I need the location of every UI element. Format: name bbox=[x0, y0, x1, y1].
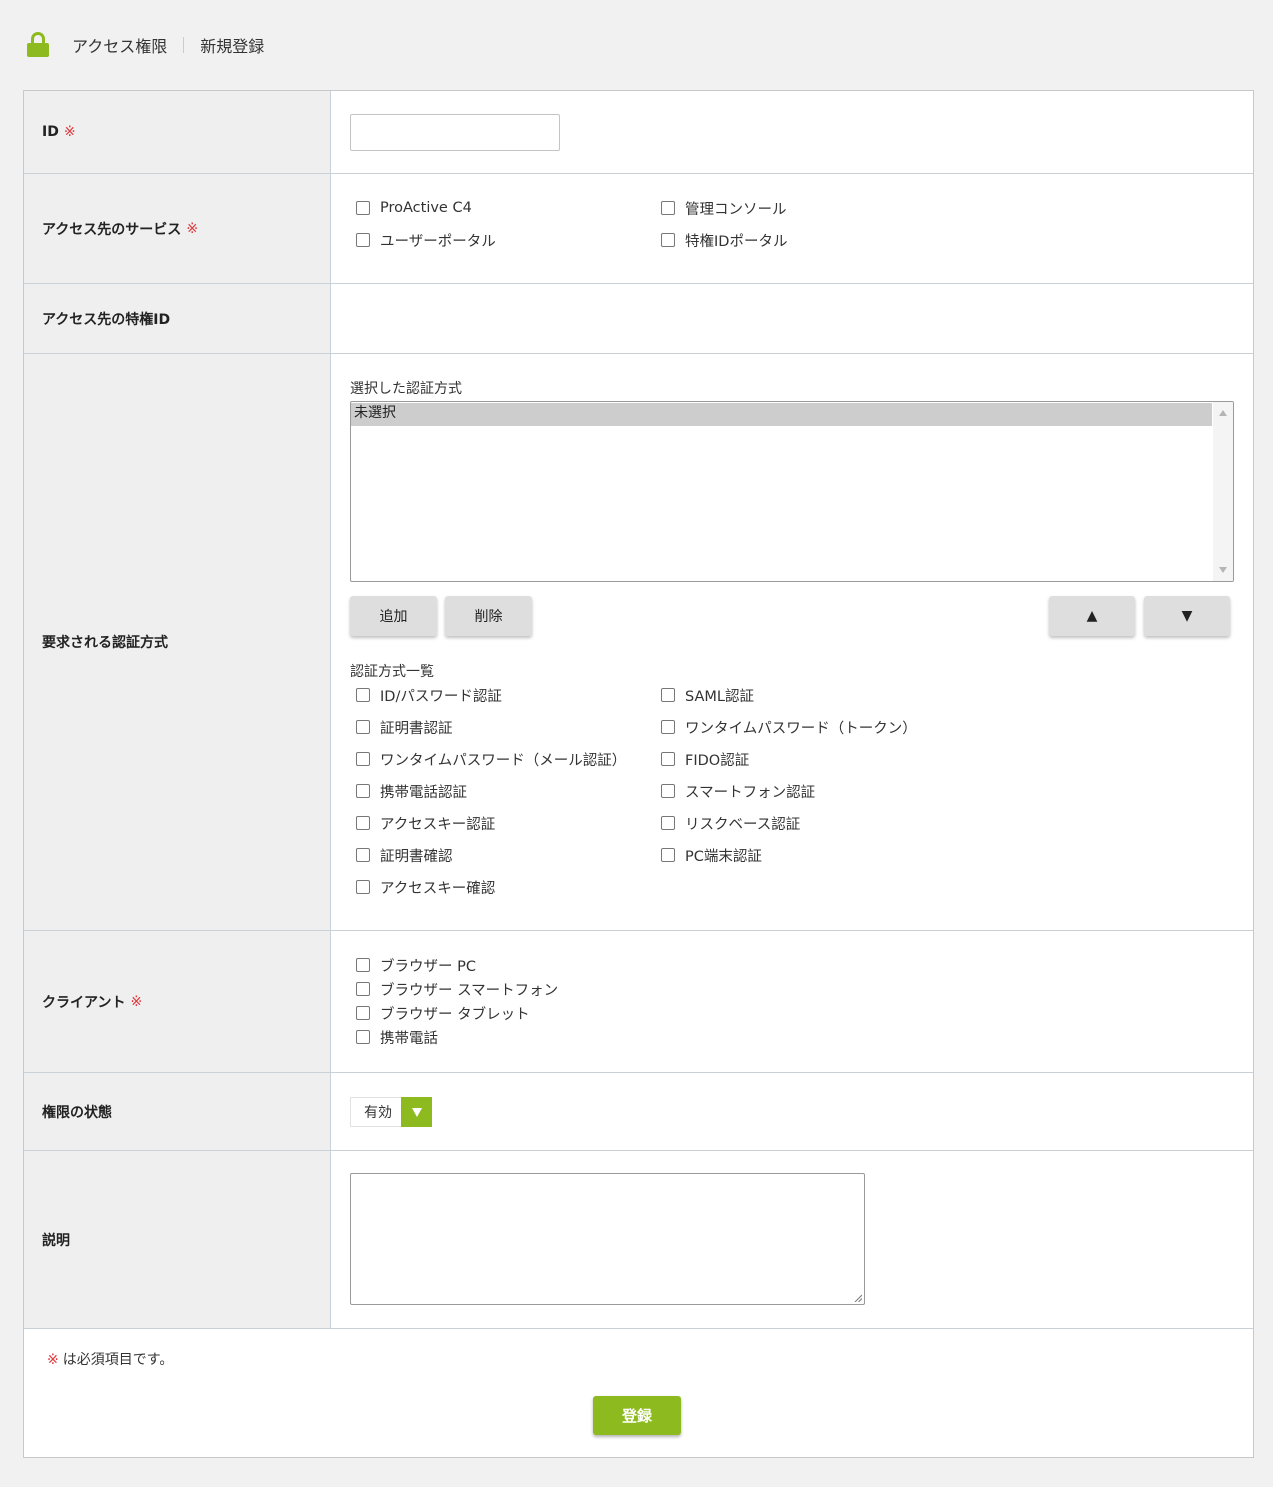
auth-method-checkbox[interactable]: 証明書確認 bbox=[356, 845, 453, 865]
required-mark: ※ bbox=[186, 220, 199, 237]
resize-grip-icon[interactable] bbox=[854, 1294, 862, 1302]
auth-method-checkbox[interactable]: アクセスキー確認 bbox=[356, 877, 495, 897]
client-label: クライアント ※ bbox=[24, 931, 331, 1072]
status-select[interactable]: 有効 bbox=[350, 1097, 432, 1127]
auth-list-label: 認証方式一覧 bbox=[350, 664, 434, 680]
required-mark: ※ bbox=[63, 124, 76, 140]
checkbox-box[interactable] bbox=[356, 201, 370, 215]
checkbox-box[interactable] bbox=[356, 880, 370, 894]
auth-method-checkbox[interactable]: リスクベース認証 bbox=[661, 813, 800, 833]
row-client: クライアント ※ ブラウザー PC ブラウザー スマートフォン ブラウザー タブレ… bbox=[24, 931, 1253, 1073]
chevron-down-icon[interactable] bbox=[401, 1097, 432, 1127]
breadcrumb-section[interactable]: アクセス権限 bbox=[72, 33, 167, 57]
auth-method-checkbox[interactable]: アクセスキー認証 bbox=[356, 813, 495, 833]
checkbox-box[interactable] bbox=[356, 816, 370, 830]
status-label: 権限の状態 bbox=[24, 1073, 331, 1150]
id-label: ID ※ bbox=[24, 91, 331, 173]
status-select-value: 有効 bbox=[364, 1105, 392, 1121]
row-privileged-id: アクセス先の特権ID bbox=[24, 284, 1253, 354]
checkbox-box[interactable] bbox=[661, 201, 675, 215]
listbox-option[interactable]: 未選択 bbox=[351, 403, 1212, 426]
checkbox-box[interactable] bbox=[661, 720, 675, 734]
checkbox-box[interactable] bbox=[356, 688, 370, 702]
checkbox-box[interactable] bbox=[356, 848, 370, 862]
checkbox-box[interactable] bbox=[661, 784, 675, 798]
auth-method-checkbox[interactable]: ワンタイムパスワード（メール認証） bbox=[356, 749, 626, 769]
breadcrumb-divider bbox=[183, 37, 185, 53]
auth-method-checkbox[interactable]: ワンタイムパスワード（トークン） bbox=[661, 717, 917, 737]
register-button[interactable]: 登録 bbox=[593, 1396, 681, 1435]
move-down-button[interactable]: ▼ bbox=[1144, 596, 1230, 636]
checkbox-box[interactable] bbox=[356, 1006, 370, 1020]
page-header: アクセス権限 新規登録 bbox=[26, 31, 264, 59]
checkbox-box[interactable] bbox=[356, 720, 370, 734]
listbox-scrollbar[interactable] bbox=[1213, 402, 1233, 581]
move-up-button[interactable]: ▲ bbox=[1049, 596, 1135, 636]
row-description: 説明 bbox=[24, 1151, 1253, 1329]
client-checkbox-browser-pc[interactable]: ブラウザー PC bbox=[356, 955, 476, 975]
auth-method-checkbox[interactable]: PC端末認証 bbox=[661, 845, 762, 865]
scroll-up-icon[interactable] bbox=[1219, 410, 1227, 416]
checkbox-box[interactable] bbox=[356, 784, 370, 798]
delete-button[interactable]: 削除 bbox=[445, 596, 532, 636]
selected-auth-label: 選択した認証方式 bbox=[350, 381, 462, 397]
auth-method-checkbox[interactable]: 携帯電話認証 bbox=[356, 781, 467, 801]
checkbox-box[interactable] bbox=[356, 958, 370, 972]
id-input[interactable] bbox=[350, 114, 560, 151]
auth-method-checkbox[interactable]: 証明書認証 bbox=[356, 717, 453, 737]
checkbox-box[interactable] bbox=[661, 233, 675, 247]
row-services: アクセス先のサービス ※ ProActive C4 管理コンソール ユーザーポータ… bbox=[24, 174, 1253, 284]
checkbox-box[interactable] bbox=[661, 848, 675, 862]
checkbox-box[interactable] bbox=[356, 1030, 370, 1044]
service-checkbox-privileged-portal[interactable]: 特権IDポータル bbox=[661, 230, 787, 250]
scroll-down-icon[interactable] bbox=[1219, 567, 1227, 573]
row-status: 権限の状態 有効 bbox=[24, 1073, 1253, 1151]
service-checkbox-proactive[interactable]: ProActive C4 bbox=[356, 198, 472, 218]
required-footnote: ※ は必須項目です。 bbox=[47, 1352, 174, 1368]
auth-method-checkbox[interactable]: ID/パスワード認証 bbox=[356, 685, 502, 705]
client-checkbox-browser-tablet[interactable]: ブラウザー タブレット bbox=[356, 1003, 530, 1023]
required-mark: ※ bbox=[47, 1352, 59, 1368]
row-auth-methods: 要求される認証方式 選択した認証方式 未選択 追加 削除 ▲ ▼ 認証方式一覧 … bbox=[24, 354, 1253, 931]
required-mark: ※ bbox=[130, 993, 143, 1010]
checkbox-box[interactable] bbox=[356, 982, 370, 996]
auth-method-checkbox[interactable]: SAML認証 bbox=[661, 685, 754, 705]
auth-method-checkbox[interactable]: スマートフォン認証 bbox=[661, 781, 815, 801]
checkbox-box[interactable] bbox=[356, 752, 370, 766]
form-panel: ID ※ アクセス先のサービス ※ ProActive C4 管理コンソール ユーザ… bbox=[23, 90, 1254, 1458]
auth-method-checkbox[interactable]: FIDO認証 bbox=[661, 749, 749, 769]
privileged-id-label: アクセス先の特権ID bbox=[24, 284, 331, 353]
selected-auth-listbox[interactable]: 未選択 bbox=[350, 401, 1234, 582]
row-id: ID ※ bbox=[24, 91, 1253, 174]
auth-label: 要求される認証方式 bbox=[24, 354, 331, 930]
add-button[interactable]: 追加 bbox=[350, 596, 437, 636]
description-textarea[interactable] bbox=[350, 1173, 865, 1305]
client-checkbox-mobile-phone[interactable]: 携帯電話 bbox=[356, 1027, 438, 1047]
page-title: 新規登録 bbox=[200, 37, 265, 56]
client-checkbox-browser-smartphone[interactable]: ブラウザー スマートフォン bbox=[356, 979, 558, 999]
description-label: 説明 bbox=[24, 1151, 331, 1328]
checkbox-box[interactable] bbox=[661, 752, 675, 766]
checkbox-box[interactable] bbox=[661, 688, 675, 702]
checkbox-box[interactable] bbox=[356, 233, 370, 247]
checkbox-box[interactable] bbox=[661, 816, 675, 830]
lock-icon bbox=[26, 32, 50, 58]
services-label: アクセス先のサービス ※ bbox=[24, 174, 331, 283]
service-checkbox-user-portal[interactable]: ユーザーポータル bbox=[356, 230, 496, 250]
service-checkbox-admin-console[interactable]: 管理コンソール bbox=[661, 198, 787, 218]
